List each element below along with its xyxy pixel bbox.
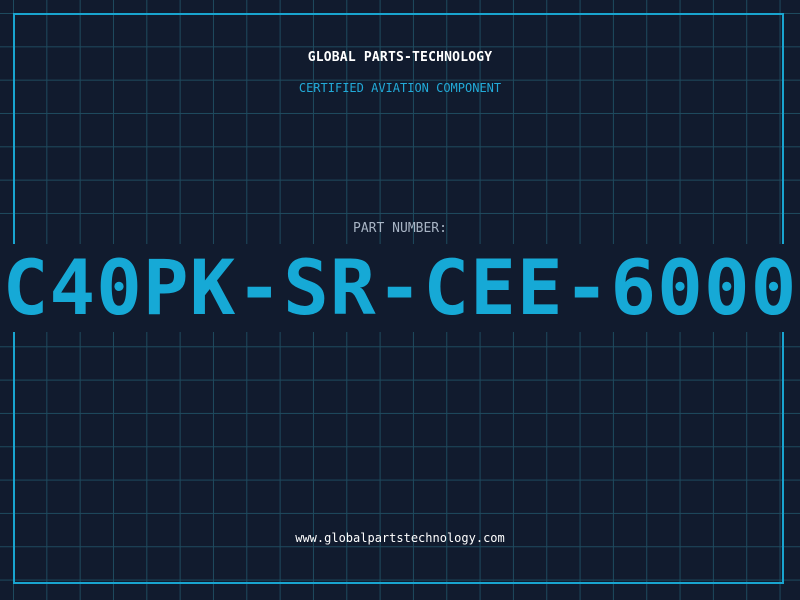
certification-subtitle: CERTIFIED AVIATION COMPONENT [298,81,502,95]
part-number-value: -C40PK-SR-CEE-60004 [0,243,800,332]
label-card: GLOBAL PARTS-TECHNOLOGY CERTIFIED AVIATI… [0,0,800,600]
company-title: GLOBAL PARTS-TECHNOLOGY [307,50,493,65]
part-number-label: PART NUMBER: [353,221,447,236]
website-url: www.globalpartstechnology.com [295,531,505,545]
